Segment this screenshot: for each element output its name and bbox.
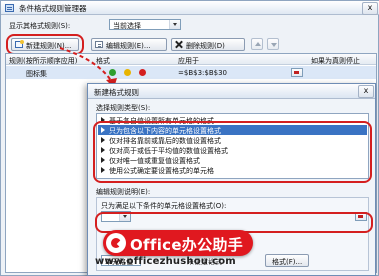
close-icon[interactable]: x [358, 85, 374, 98]
brand-banner: Office办公助手 [103, 230, 253, 256]
select-type-label: 选择规则类型(S): [96, 104, 151, 112]
callout-arrow-line [59, 47, 113, 83]
watermark-url: www.officezhushou.com [95, 256, 236, 267]
format-button-label: 格式(F)... [272, 258, 303, 266]
new-rule-title: 新建格式规则 [94, 88, 139, 97]
highlight-ring-rule-types [93, 121, 372, 183]
format-button[interactable]: 格式(F)... [265, 254, 309, 267]
office-logo-icon [106, 233, 126, 253]
edit-format-label: 只为满足以下条件的单元格设置格式(O): [101, 202, 227, 210]
brand-text: Office办公助手 [130, 236, 244, 254]
new-rule-titlebar: 新建格式规则 x [88, 84, 375, 99]
edit-desc-label: 编辑规则说明(E): [96, 188, 151, 196]
